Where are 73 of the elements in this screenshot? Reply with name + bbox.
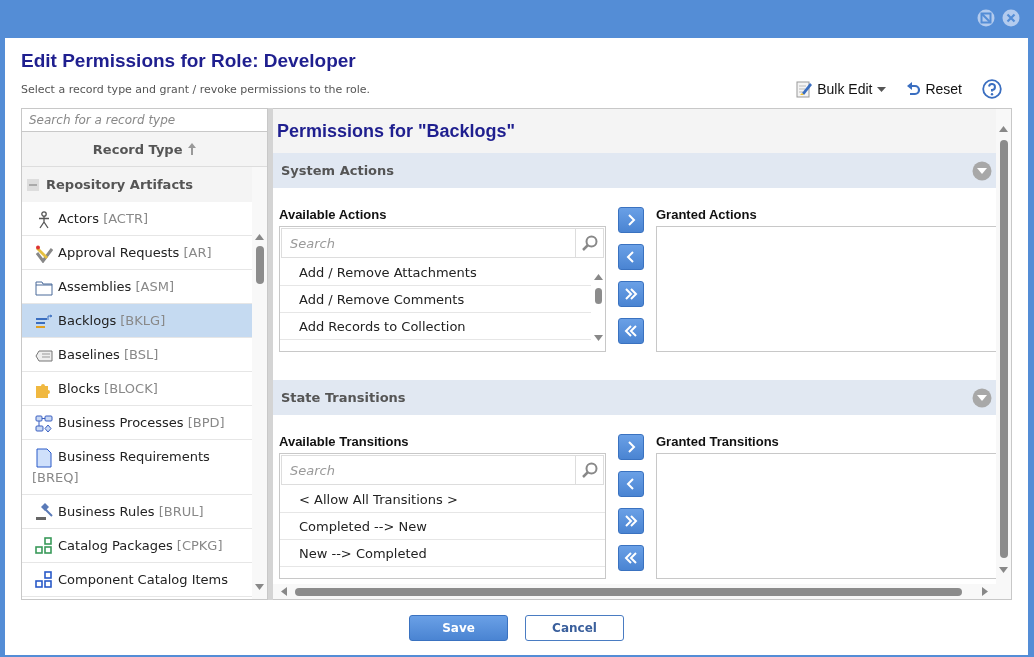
pen-check-icon xyxy=(35,244,53,263)
move-all-left-button[interactable] xyxy=(618,545,644,571)
collapse-icon[interactable] xyxy=(972,387,992,408)
document-icon xyxy=(36,447,52,468)
blocks-icon xyxy=(35,571,53,589)
list-item[interactable]: Add / Remove Attachments xyxy=(280,259,591,286)
scrollbar[interactable] xyxy=(996,109,1011,599)
move-all-left-button[interactable] xyxy=(618,318,644,344)
group-row[interactable]: Repository Artifacts xyxy=(22,167,253,202)
scroll-thumb[interactable] xyxy=(255,246,264,284)
flowchart-icon xyxy=(35,414,53,433)
notepad-pencil-icon xyxy=(796,80,813,98)
cancel-button[interactable]: Cancel xyxy=(525,614,624,641)
scroll-thumb[interactable] xyxy=(594,288,602,304)
move-all-right-button[interactable] xyxy=(618,281,644,307)
list-icon xyxy=(35,313,53,330)
double-chevron-left-icon xyxy=(623,550,639,566)
scrollbar[interactable] xyxy=(252,167,268,599)
search-icon[interactable] xyxy=(580,234,599,252)
horizontal-scrollbar[interactable] xyxy=(273,584,996,599)
close-icon[interactable] xyxy=(1002,9,1020,27)
help-icon[interactable] xyxy=(982,79,1002,99)
folder-icon xyxy=(35,279,53,296)
move-right-button[interactable] xyxy=(618,207,644,233)
list-label: Available Transitions xyxy=(279,434,410,449)
group-label: Repository Artifacts xyxy=(46,177,194,192)
search-icon[interactable] xyxy=(580,461,599,479)
scroll-up-icon[interactable] xyxy=(593,274,603,280)
list-search-field[interactable]: Search xyxy=(281,228,604,258)
caret-icon xyxy=(877,86,887,92)
list-search-field[interactable]: Search xyxy=(281,455,604,485)
scroll-up-icon[interactable] xyxy=(999,126,1008,132)
double-chevron-right-icon xyxy=(623,513,639,529)
section-header[interactable]: State Transitions xyxy=(273,380,996,415)
sort-arrow-icon xyxy=(186,142,197,156)
dialog-title: Edit Permissions for Role: Developer xyxy=(21,50,357,72)
permissions-title: Permissions for "Backlogs" xyxy=(273,109,996,153)
scroll-right-icon[interactable] xyxy=(982,587,988,596)
scroll-thumb[interactable] xyxy=(999,140,1008,558)
collapse-icon[interactable] xyxy=(27,178,39,191)
section-header[interactable]: System Actions xyxy=(273,153,996,188)
list-label: Granted Transitions xyxy=(656,434,780,449)
scroll-left-icon[interactable] xyxy=(281,587,287,596)
tag-icon xyxy=(35,348,53,363)
collapse-icon[interactable] xyxy=(972,160,992,181)
bulk-edit-button[interactable]: Bulk Edit xyxy=(796,80,887,98)
dialog-subtitle: Select a record type and grant / revoke permissions to the role. xyxy=(21,82,371,96)
scroll-down-icon[interactable] xyxy=(593,335,603,341)
scroll-down-icon[interactable] xyxy=(999,567,1008,573)
column-header[interactable]: Record Type xyxy=(22,132,268,167)
move-right-button[interactable] xyxy=(618,434,644,460)
list-item[interactable]: Add / Remove Comments xyxy=(280,286,591,313)
move-left-button[interactable] xyxy=(618,471,644,497)
list-item[interactable]: Completed --> New xyxy=(280,513,605,540)
scroll-down-icon[interactable] xyxy=(255,584,265,590)
undo-icon xyxy=(906,81,921,97)
double-chevron-right-icon xyxy=(623,286,639,302)
blocks-icon xyxy=(35,537,53,555)
move-all-right-button[interactable] xyxy=(618,508,644,534)
reset-button[interactable]: Reset xyxy=(906,81,962,97)
list-item[interactable]: Add Records to Collection xyxy=(280,313,591,340)
scroll-thumb[interactable] xyxy=(295,587,962,596)
move-left-button[interactable] xyxy=(618,244,644,270)
list-label: Available Actions xyxy=(279,207,388,222)
minimize-icon[interactable] xyxy=(977,9,995,27)
stick-figure-icon xyxy=(37,210,51,229)
list-label: Granted Actions xyxy=(656,207,758,222)
record-type-item[interactable]: Backlogs [BKLG] xyxy=(22,304,253,338)
scroll-up-icon[interactable] xyxy=(255,234,265,240)
list-item[interactable]: New --> Completed xyxy=(280,540,605,567)
double-chevron-left-icon xyxy=(623,323,639,339)
gavel-icon xyxy=(35,503,53,521)
list-item[interactable]: < Allow All Transitions > xyxy=(280,486,605,513)
